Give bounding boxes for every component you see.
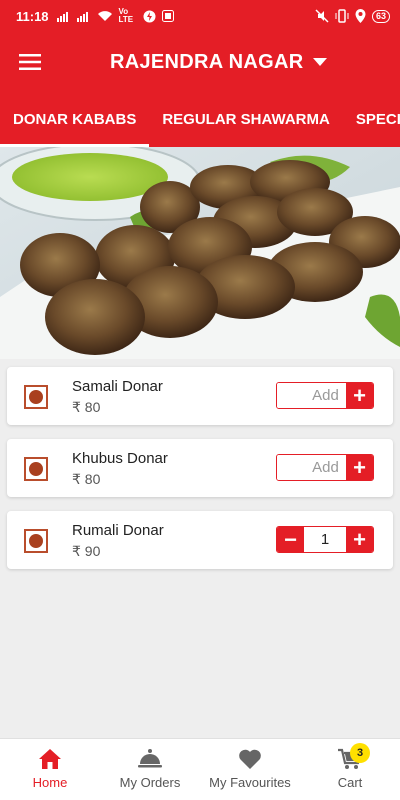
signal-icon — [76, 12, 88, 22]
food-type-icon — [24, 457, 48, 481]
item-name: Samali Donar — [72, 378, 163, 395]
add-to-cart-control: Add + — [276, 454, 374, 481]
item-price: ₹ 80 — [72, 471, 101, 487]
nav-home[interactable]: Home — [0, 739, 100, 800]
battery-indicator: 63 — [371, 9, 390, 23]
tab-special[interactable]: SPECIAL — [343, 92, 400, 147]
status-left-icons: Vo LTE — [56, 7, 174, 24]
location-name: RAJENDRA NAGAR — [110, 50, 304, 73]
nav-my-orders-label: My Orders — [119, 775, 181, 790]
category-banner-image — [0, 147, 400, 359]
heart-icon — [239, 749, 261, 769]
tab-regular-shawarma[interactable]: REGULAR SHAWARMA — [149, 92, 343, 147]
status-right-icons: 63 — [315, 9, 390, 23]
status-bar: 11:18 Vo LTE 63 — [0, 0, 400, 32]
food-type-icon — [24, 385, 48, 409]
item-name: Khubus Donar — [72, 450, 168, 467]
add-to-cart-control: Add + — [276, 382, 374, 409]
item-price: ₹ 90 — [72, 543, 101, 559]
nav-home-label: Home — [32, 775, 68, 790]
app-bar: RAJENDRA NAGAR — [0, 32, 400, 92]
nav-cart[interactable]: Cart 3 — [300, 739, 400, 800]
list-item: Khubus Donar ₹ 80 Add + — [7, 439, 393, 497]
item-name: Rumali Donar — [72, 522, 164, 539]
quantity-stepper: − 1 + — [276, 526, 374, 553]
increment-button[interactable]: + — [346, 527, 373, 552]
hamburger-icon — [19, 54, 41, 70]
mute-icon — [315, 9, 329, 23]
quantity-value: 1 — [304, 527, 346, 552]
increment-button[interactable]: + — [346, 383, 373, 408]
nav-cart-label: Cart — [337, 775, 363, 790]
data-saver-icon — [143, 10, 156, 22]
category-tabs: DONAR KABABS REGULAR SHAWARMA SPECIAL — [0, 92, 400, 147]
location-icon — [355, 9, 366, 23]
location-selector[interactable]: RAJENDRA NAGAR — [110, 50, 328, 74]
tab-donar-kababs[interactable]: DONAR KABABS — [0, 92, 150, 147]
volte-label: Vo LTE — [118, 7, 134, 24]
list-item: Rumali Donar ₹ 90 − 1 + — [7, 511, 393, 569]
cloche-icon — [138, 749, 162, 768]
menu-button[interactable] — [0, 32, 60, 92]
vibrate-icon — [335, 9, 349, 23]
add-button[interactable]: Add — [277, 383, 346, 408]
nav-my-orders[interactable]: My Orders — [100, 739, 200, 800]
notification-icon — [161, 10, 174, 22]
wifi-icon — [97, 11, 112, 21]
bottom-navigation: Home My Orders My Favourites Cart 3 — [0, 738, 400, 800]
add-button[interactable]: Add — [277, 455, 346, 480]
nav-my-favourites[interactable]: My Favourites — [200, 739, 300, 800]
menu-item-list: Samali Donar ₹ 80 Add + Khubus Donar ₹ 8… — [7, 367, 393, 583]
increment-button[interactable]: + — [346, 455, 373, 480]
cart-count-badge: 3 — [350, 743, 370, 763]
food-type-icon — [24, 529, 48, 553]
status-time: 11:18 — [16, 8, 49, 24]
list-item: Samali Donar ₹ 80 Add + — [7, 367, 393, 425]
chevron-down-icon — [313, 58, 328, 66]
signal-icon — [56, 12, 68, 22]
item-price: ₹ 80 — [72, 399, 101, 415]
decrement-button[interactable]: − — [277, 527, 304, 552]
home-icon — [39, 749, 61, 769]
nav-my-favourites-label: My Favourites — [209, 775, 291, 790]
